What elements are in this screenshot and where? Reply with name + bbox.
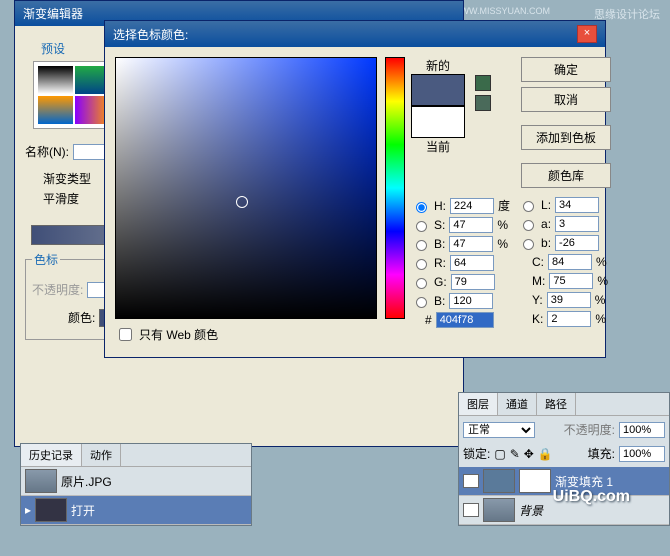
pointer-icon: ▸ <box>25 503 31 517</box>
r-input[interactable] <box>450 255 494 271</box>
layer-name: 背景 <box>519 502 543 519</box>
blend-mode-select[interactable]: 正常 <box>463 422 535 438</box>
color-label: 颜色: <box>68 309 95 326</box>
color-picker-window: 选择色标颜色: × 只有 Web 颜色 新的 当前 <box>104 20 606 358</box>
history-thumb <box>35 498 67 522</box>
web-only-checkbox[interactable] <box>119 328 132 341</box>
radio-h[interactable] <box>416 202 427 213</box>
new-color-swatch <box>411 74 465 106</box>
radio-a[interactable] <box>523 220 534 231</box>
stops-legend: 色标 <box>32 251 60 268</box>
radio-l[interactable] <box>523 201 534 212</box>
bottom-watermark: UiBQ.com <box>553 488 630 506</box>
layer-thumb <box>483 498 515 522</box>
tab-layers[interactable]: 图层 <box>459 393 498 415</box>
radio-b[interactable] <box>416 240 427 251</box>
tab-paths[interactable]: 路径 <box>537 393 576 415</box>
radio-s[interactable] <box>416 221 427 232</box>
preset-swatch[interactable] <box>38 96 73 124</box>
history-item[interactable]: ▸ 打开 <box>21 496 251 525</box>
tab-actions[interactable]: 动作 <box>82 444 121 466</box>
radio-lab-b[interactable] <box>523 239 534 250</box>
ok-button[interactable]: 确定 <box>521 57 611 82</box>
history-label: 原片.JPG <box>61 473 112 490</box>
radio-g[interactable] <box>416 278 427 289</box>
gradient-editor-title: 渐变编辑器 <box>23 5 83 22</box>
h-input[interactable] <box>450 198 494 214</box>
watermark-url: WWW.MISSYUAN.COM <box>452 6 550 16</box>
tab-channels[interactable]: 通道 <box>498 393 537 415</box>
history-label: 打开 <box>71 502 95 519</box>
cube-icon[interactable] <box>475 95 491 111</box>
radio-r[interactable] <box>416 259 427 270</box>
web-only-label: 只有 Web 颜色 <box>139 326 218 343</box>
hex-prefix: # <box>425 313 432 327</box>
a-input[interactable] <box>555 216 599 232</box>
color-picker-title: 选择色标颜色: <box>113 26 188 43</box>
history-item[interactable]: 原片.JPG <box>21 467 251 496</box>
color-field[interactable] <box>115 57 377 319</box>
history-panel: 历史记录 动作 原片.JPG ▸ 打开 <box>20 443 252 526</box>
name-label: 名称(N): <box>25 143 69 160</box>
tab-history[interactable]: 历史记录 <box>21 444 82 466</box>
y-input[interactable] <box>547 292 591 308</box>
hex-input[interactable] <box>436 312 494 328</box>
current-color-swatch <box>411 106 465 138</box>
c-input[interactable] <box>548 254 592 270</box>
layer-thumb <box>483 469 515 493</box>
color-picker-titlebar[interactable]: 选择色标颜色: × <box>105 21 605 47</box>
layer-mask-thumb <box>519 469 551 493</box>
radio-bl[interactable] <box>416 297 427 308</box>
opacity-label: 不透明度: <box>32 281 83 298</box>
fill-label: 填充: <box>588 445 615 462</box>
layer-opacity-label: 不透明度: <box>564 421 615 438</box>
g-input[interactable] <box>451 274 495 290</box>
lock-all-icon[interactable]: 🔒 <box>538 447 553 461</box>
layer-name: 渐变填充 1 <box>555 473 613 490</box>
history-thumb <box>25 469 57 493</box>
add-swatch-button[interactable]: 添加到色板 <box>521 125 611 150</box>
m-input[interactable] <box>549 273 593 289</box>
current-label: 当前 <box>411 138 465 155</box>
s-input[interactable] <box>449 217 493 233</box>
preset-swatch[interactable] <box>38 66 73 94</box>
new-label: 新的 <box>411 57 465 74</box>
k-input[interactable] <box>547 311 591 327</box>
eye-icon[interactable] <box>463 474 479 488</box>
lock-transparent-icon[interactable]: ▢ <box>494 447 505 461</box>
close-icon[interactable]: × <box>577 25 597 43</box>
cancel-button[interactable]: 取消 <box>521 87 611 112</box>
b-input[interactable] <box>449 236 493 252</box>
warning-icon[interactable] <box>475 75 491 91</box>
lock-label: 锁定: <box>463 445 490 462</box>
l-input[interactable] <box>555 197 599 213</box>
lab-b-input[interactable] <box>555 235 599 251</box>
bl-input[interactable] <box>449 293 493 309</box>
hue-slider[interactable] <box>385 57 405 319</box>
gradient-type-label: 渐变类型 <box>43 172 91 186</box>
eye-icon[interactable] <box>463 503 479 517</box>
lock-brush-icon[interactable]: ✎ <box>510 447 520 461</box>
fill-input[interactable] <box>619 446 665 462</box>
lock-move-icon[interactable]: ✥ <box>524 447 534 461</box>
color-lib-button[interactable]: 颜色库 <box>521 163 611 188</box>
color-picker-cursor <box>236 196 248 208</box>
layer-opacity-input[interactable] <box>619 422 665 438</box>
smooth-label: 平滑度 <box>43 190 79 207</box>
